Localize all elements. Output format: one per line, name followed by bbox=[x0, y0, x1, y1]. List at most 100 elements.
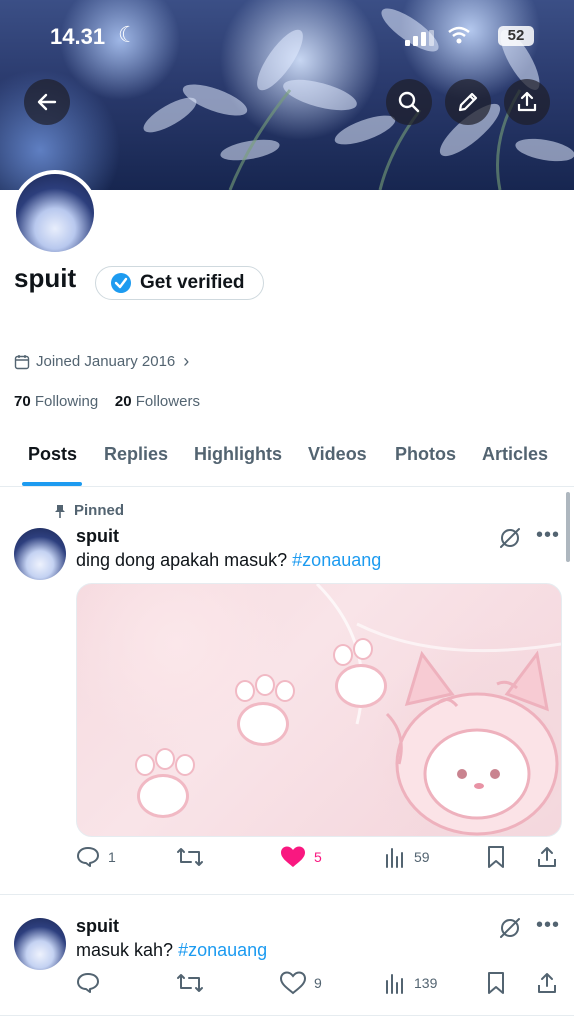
search-icon bbox=[398, 91, 420, 113]
bookmark-icon bbox=[488, 972, 504, 994]
bookmark-button[interactable] bbox=[486, 845, 506, 869]
chevron-right-icon: › bbox=[183, 351, 190, 371]
tab-videos[interactable]: Videos bbox=[308, 444, 367, 465]
like-button[interactable]: 5 bbox=[280, 845, 322, 869]
followers-link[interactable]: 20 Followers bbox=[115, 393, 200, 410]
wifi-icon bbox=[448, 26, 470, 44]
repost-icon bbox=[177, 974, 203, 992]
status-bar: 14.31 ☾ 52 bbox=[50, 22, 534, 52]
view-count: 139 bbox=[414, 975, 438, 991]
post-author[interactable]: spuit bbox=[76, 916, 119, 937]
like-count: 5 bbox=[314, 849, 322, 865]
reply-count: 1 bbox=[108, 849, 116, 865]
paw-print bbox=[237, 702, 289, 746]
post-text: masuk kah? #zonauang bbox=[76, 940, 267, 961]
share-icon bbox=[538, 973, 556, 993]
post-avatar[interactable] bbox=[14, 528, 66, 580]
battery-indicator: 52 bbox=[498, 26, 534, 46]
follow-stats: 70 Following 20 Followers bbox=[14, 393, 200, 410]
profile-avatar[interactable] bbox=[12, 170, 98, 256]
hashtag-link[interactable]: #zonauang bbox=[178, 940, 267, 960]
paw-toe bbox=[235, 680, 255, 702]
like-count: 9 bbox=[314, 975, 322, 991]
share-button[interactable] bbox=[504, 79, 550, 125]
paw-print bbox=[335, 664, 387, 708]
paw-print bbox=[137, 774, 189, 818]
arrow-left-icon bbox=[37, 93, 57, 111]
edit-button[interactable] bbox=[445, 79, 491, 125]
followers-label: Followers bbox=[135, 393, 200, 410]
tab-highlights[interactable]: Highlights bbox=[194, 444, 282, 465]
post-divider bbox=[0, 1015, 574, 1016]
views-button[interactable]: 139 bbox=[384, 971, 437, 995]
repost-icon bbox=[177, 848, 203, 866]
moon-icon: ☾ bbox=[118, 22, 138, 47]
calendar-icon bbox=[14, 354, 30, 369]
tab-replies[interactable]: Replies bbox=[104, 444, 168, 465]
paw-toe bbox=[135, 754, 155, 776]
following-label: Following bbox=[34, 393, 99, 410]
status-time: 14.31 bbox=[50, 24, 106, 49]
pencil-icon bbox=[458, 92, 478, 112]
reply-button[interactable] bbox=[76, 971, 108, 995]
hashtag-link[interactable]: #zonauang bbox=[292, 550, 381, 570]
pin-icon bbox=[55, 504, 65, 518]
analytics-icon bbox=[386, 974, 403, 994]
heart-icon bbox=[280, 971, 306, 995]
post-body: masuk kah? bbox=[76, 940, 179, 960]
paw-toe bbox=[353, 638, 373, 660]
search-button[interactable] bbox=[386, 79, 432, 125]
get-verified-label: Get verified bbox=[140, 272, 245, 293]
repost-button[interactable] bbox=[176, 845, 204, 869]
back-button[interactable] bbox=[24, 79, 70, 125]
pinned-indicator: Pinned bbox=[54, 502, 124, 519]
profile-tabs: Posts Replies Highlights Videos Photos A… bbox=[0, 430, 574, 487]
post-actions: 1 5 59 bbox=[76, 845, 560, 873]
grok-icon[interactable] bbox=[498, 916, 522, 940]
paw-toe bbox=[275, 680, 295, 702]
analytics-icon bbox=[386, 848, 403, 868]
joined-label: Joined January 2016 bbox=[36, 353, 176, 370]
paw-toe bbox=[155, 748, 175, 770]
reply-icon bbox=[77, 973, 99, 993]
share-icon bbox=[517, 91, 537, 112]
heart-filled-icon bbox=[281, 846, 305, 867]
joined-date[interactable]: Joined January 2016 › bbox=[14, 351, 189, 372]
post-image[interactable] bbox=[76, 583, 562, 837]
followers-count: 20 bbox=[114, 393, 132, 410]
signal-icon bbox=[405, 30, 434, 46]
paw-toe bbox=[333, 644, 353, 666]
active-tab-indicator bbox=[22, 482, 82, 486]
post-body: ding dong apakah masuk? bbox=[76, 550, 293, 570]
tab-photos[interactable]: Photos bbox=[395, 444, 456, 465]
scrollbar[interactable] bbox=[566, 492, 570, 562]
more-options-icon[interactable]: ••• bbox=[536, 914, 560, 937]
post-divider bbox=[0, 894, 574, 895]
verified-badge-icon bbox=[111, 273, 131, 293]
share-post-button[interactable] bbox=[536, 845, 558, 869]
paw-toe bbox=[175, 754, 195, 776]
get-verified-button[interactable]: Get verified bbox=[95, 266, 264, 300]
repost-button[interactable] bbox=[176, 971, 204, 995]
views-button[interactable]: 59 bbox=[384, 845, 430, 869]
post-avatar[interactable] bbox=[14, 918, 66, 970]
following-count: 70 bbox=[14, 393, 31, 410]
share-post-button[interactable] bbox=[536, 971, 558, 995]
profile-name: spuit bbox=[14, 263, 77, 293]
view-count: 59 bbox=[414, 849, 430, 865]
like-button[interactable]: 9 bbox=[280, 971, 322, 995]
share-icon bbox=[538, 847, 556, 867]
post-actions: 9 139 bbox=[76, 971, 560, 999]
reply-button[interactable]: 1 bbox=[76, 845, 116, 869]
post-author[interactable]: spuit bbox=[76, 526, 119, 547]
profile-banner: 14.31 ☾ 52 bbox=[0, 0, 574, 190]
paw-toe bbox=[255, 674, 275, 696]
bookmark-button[interactable] bbox=[486, 971, 506, 995]
tab-posts[interactable]: Posts bbox=[28, 444, 77, 465]
post-text: ding dong apakah masuk? #zonauang bbox=[76, 550, 381, 571]
tab-articles[interactable]: Articles bbox=[482, 444, 548, 465]
more-options-icon[interactable]: ••• bbox=[536, 524, 560, 547]
grok-icon[interactable] bbox=[498, 526, 522, 550]
reply-icon bbox=[77, 847, 99, 867]
following-link[interactable]: 70 Following bbox=[14, 393, 98, 410]
